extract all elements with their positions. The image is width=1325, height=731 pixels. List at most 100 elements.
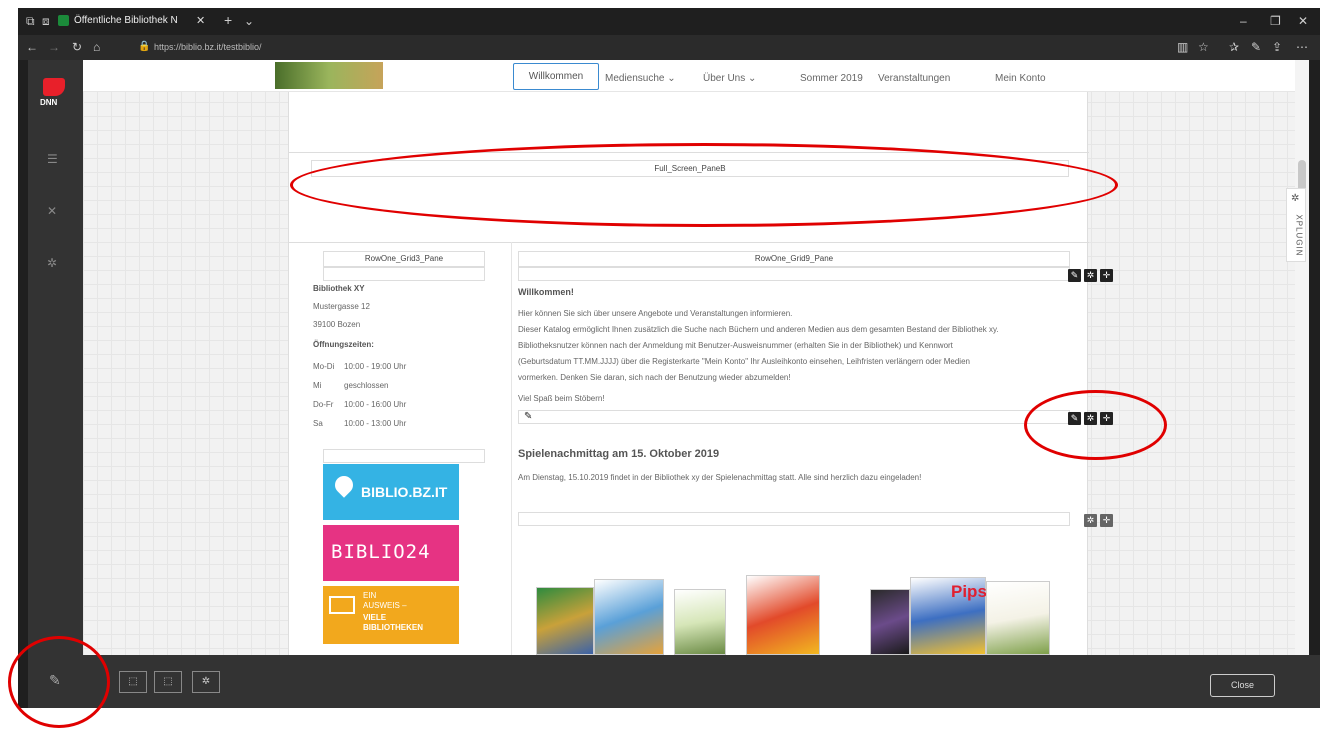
browser-tab[interactable]: Öffentliche Bibliothek N ✕ (58, 12, 213, 32)
site-logo[interactable] (275, 62, 383, 89)
book-title: Pips (951, 582, 987, 601)
banner-biblio24-text: BIBLIO24 (331, 541, 431, 563)
book-cover[interactable] (594, 579, 664, 655)
module-header (518, 267, 1070, 281)
hours-day: Sa (313, 419, 323, 428)
settings-gear-icon[interactable]: ✲ (1084, 514, 1097, 527)
home-icon[interactable]: ⌂ (93, 40, 100, 54)
banner-ausweis[interactable]: EIN AUSWEIS – VIELE BIBLIOTHEKEN (323, 586, 459, 644)
tab-title: Öffentliche Bibliothek N (74, 15, 178, 26)
dnn-logo-icon[interactable] (43, 78, 65, 96)
banner-ausweis-line: BIBLIOTHEKEN (363, 623, 423, 632)
favorite-star-icon[interactable]: ☆ (1198, 40, 1209, 54)
module-box (323, 267, 485, 281)
pane-right[interactable]: RowOne_Grid9_Pane (518, 251, 1070, 267)
nav-willkommen[interactable]: Willkommen (513, 63, 599, 90)
book-cover[interactable] (870, 589, 910, 655)
add-module-icon[interactable]: ⬚ (119, 671, 147, 693)
more-icon[interactable]: ⋯ (1296, 40, 1308, 54)
maximize-icon[interactable]: ❐ (1270, 14, 1281, 28)
new-tab-icon[interactable]: + (224, 13, 232, 27)
content-icon[interactable]: ☰ (47, 152, 58, 166)
welcome-title: Willkommen! (518, 287, 574, 297)
hours-time: 10:00 - 16:00 Uhr (344, 400, 407, 409)
location-pin-icon (331, 472, 357, 498)
tab-bar: ⧉ ⧈ Öffentliche Bibliothek N ✕ + ⌄ – ❐ ✕ (18, 8, 1320, 35)
nav-ueber-uns[interactable]: Über Uns ⌄ (703, 73, 756, 84)
settings-gear-icon[interactable]: ✲ (1084, 269, 1097, 282)
hours-day: Mi (313, 381, 322, 390)
hours-day: Mo-Di (313, 362, 335, 371)
lock-icon: 🔒 (138, 41, 151, 52)
hours-title: Öffnungszeiten: (313, 340, 374, 349)
library-name: Bibliothek XY (313, 284, 365, 293)
banner-ausweis-line: VIELE (363, 613, 387, 622)
nav-veranstaltungen[interactable]: Veranstaltungen (878, 73, 950, 84)
welcome-line: Dieser Katalog ermöglicht Ihnen zusätzli… (518, 325, 999, 334)
hours-time: 10:00 - 13:00 Uhr (344, 419, 407, 428)
tab-close-icon[interactable]: ✕ (196, 14, 205, 27)
event-title: Spielenachmittag am 15. Oktober 2019 (518, 448, 720, 460)
forward-icon[interactable]: → (48, 40, 60, 54)
pane-left[interactable]: RowOne_Grid3_Pane (323, 251, 485, 267)
welcome-line: Hier können Sie sich über unsere Angebot… (518, 309, 793, 318)
book-cover[interactable] (536, 587, 594, 655)
pen-icon[interactable]: ✎ (1251, 40, 1261, 54)
nav-sommer-2019[interactable]: Sommer 2019 (800, 73, 863, 84)
nav-mediensuche[interactable]: Mediensuche ⌄ (605, 73, 676, 84)
favorites-icon[interactable]: ✰ (1229, 40, 1239, 54)
tools-icon[interactable]: ✕ (47, 204, 57, 218)
chevron-down-icon[interactable]: ⌄ (244, 14, 254, 28)
favicon-icon (58, 15, 69, 26)
edit-pencil-icon[interactable]: ✎ (524, 411, 532, 422)
event-text: Am Dienstag, 15.10.2019 findet in der Bi… (518, 473, 922, 482)
banner-ausweis-line: EIN (363, 591, 377, 600)
close-button[interactable]: Close (1210, 674, 1275, 697)
move-icon[interactable]: ✛ (1100, 514, 1113, 527)
minimize-icon[interactable]: – (1240, 14, 1247, 28)
hours-time: 10:00 - 19:00 Uhr (344, 362, 407, 371)
dnn-persona-bar: DNN ☰ ✕ ✲ (28, 60, 83, 655)
banner-biblio-bz[interactable]: BIBLIO.BZ.IT (323, 464, 459, 520)
edit-pencil-icon[interactable]: ✎ (1068, 269, 1081, 282)
move-icon[interactable]: ✛ (1100, 269, 1113, 282)
book-cover[interactable] (746, 575, 820, 655)
welcome-line: (Geburtsdatum TT.MM.JJJJ) über die Regis… (518, 357, 970, 366)
back-icon[interactable]: ← (26, 40, 38, 54)
gear-icon: ✲ (1291, 193, 1300, 204)
reader-view-icon[interactable]: ▥ (1177, 40, 1188, 54)
settings-gear-icon[interactable]: ✲ (47, 256, 57, 270)
book-cover[interactable] (674, 589, 726, 655)
hours-day: Do-Fr (313, 400, 334, 409)
add-existing-module-icon[interactable]: ⬚ (154, 671, 182, 693)
book-cover[interactable] (986, 581, 1050, 655)
library-city: 39100 Bozen (313, 320, 361, 329)
xplugin-tab[interactable]: ✲ XPLUGIN (1286, 188, 1306, 262)
page-settings-gear-icon[interactable]: ✲ (192, 671, 220, 693)
tab-preview-icon[interactable]: ⧈ (42, 14, 50, 28)
book-cover[interactable]: Pips (910, 577, 987, 655)
banner-biblio24[interactable]: BIBLIO24 (323, 525, 459, 581)
url-field[interactable]: https://biblio.bz.it/testbiblio/ (154, 42, 262, 52)
annotation-ellipse (1024, 390, 1167, 460)
scrollbar[interactable] (1295, 60, 1309, 655)
address-bar: ← → ↻ ⌂ 🔒 https://biblio.bz.it/testbibli… (18, 35, 1320, 60)
annotation-ellipse (290, 143, 1118, 227)
dnn-logo-text: DNN (40, 98, 58, 107)
banner-biblio-text: BIBLIO.BZ.IT (361, 484, 448, 500)
module-edit-bar: ✎ (518, 410, 1070, 424)
chevron-down-icon: ⌄ (748, 73, 757, 84)
xplugin-label: XPLUGIN (1294, 214, 1304, 257)
library-street: Mustergasse 12 (313, 302, 370, 311)
welcome-line: Bibliotheksnutzer können nach der Anmeld… (518, 341, 953, 350)
hours-time: geschlossen (344, 381, 389, 390)
window-close-icon[interactable]: ✕ (1298, 14, 1308, 28)
annotation-ellipse (8, 636, 110, 728)
tab-actions-icon[interactable]: ⧉ (26, 14, 35, 28)
share-icon[interactable]: ⇪ (1272, 40, 1282, 54)
chevron-down-icon: ⌄ (667, 73, 676, 84)
welcome-line: Viel Spaß beim Stöbern! (518, 394, 605, 403)
nav-mein-konto[interactable]: Mein Konto (995, 73, 1046, 84)
refresh-icon[interactable]: ↻ (72, 40, 82, 54)
welcome-line: vormerken. Denken Sie daran, sich nach d… (518, 373, 791, 382)
